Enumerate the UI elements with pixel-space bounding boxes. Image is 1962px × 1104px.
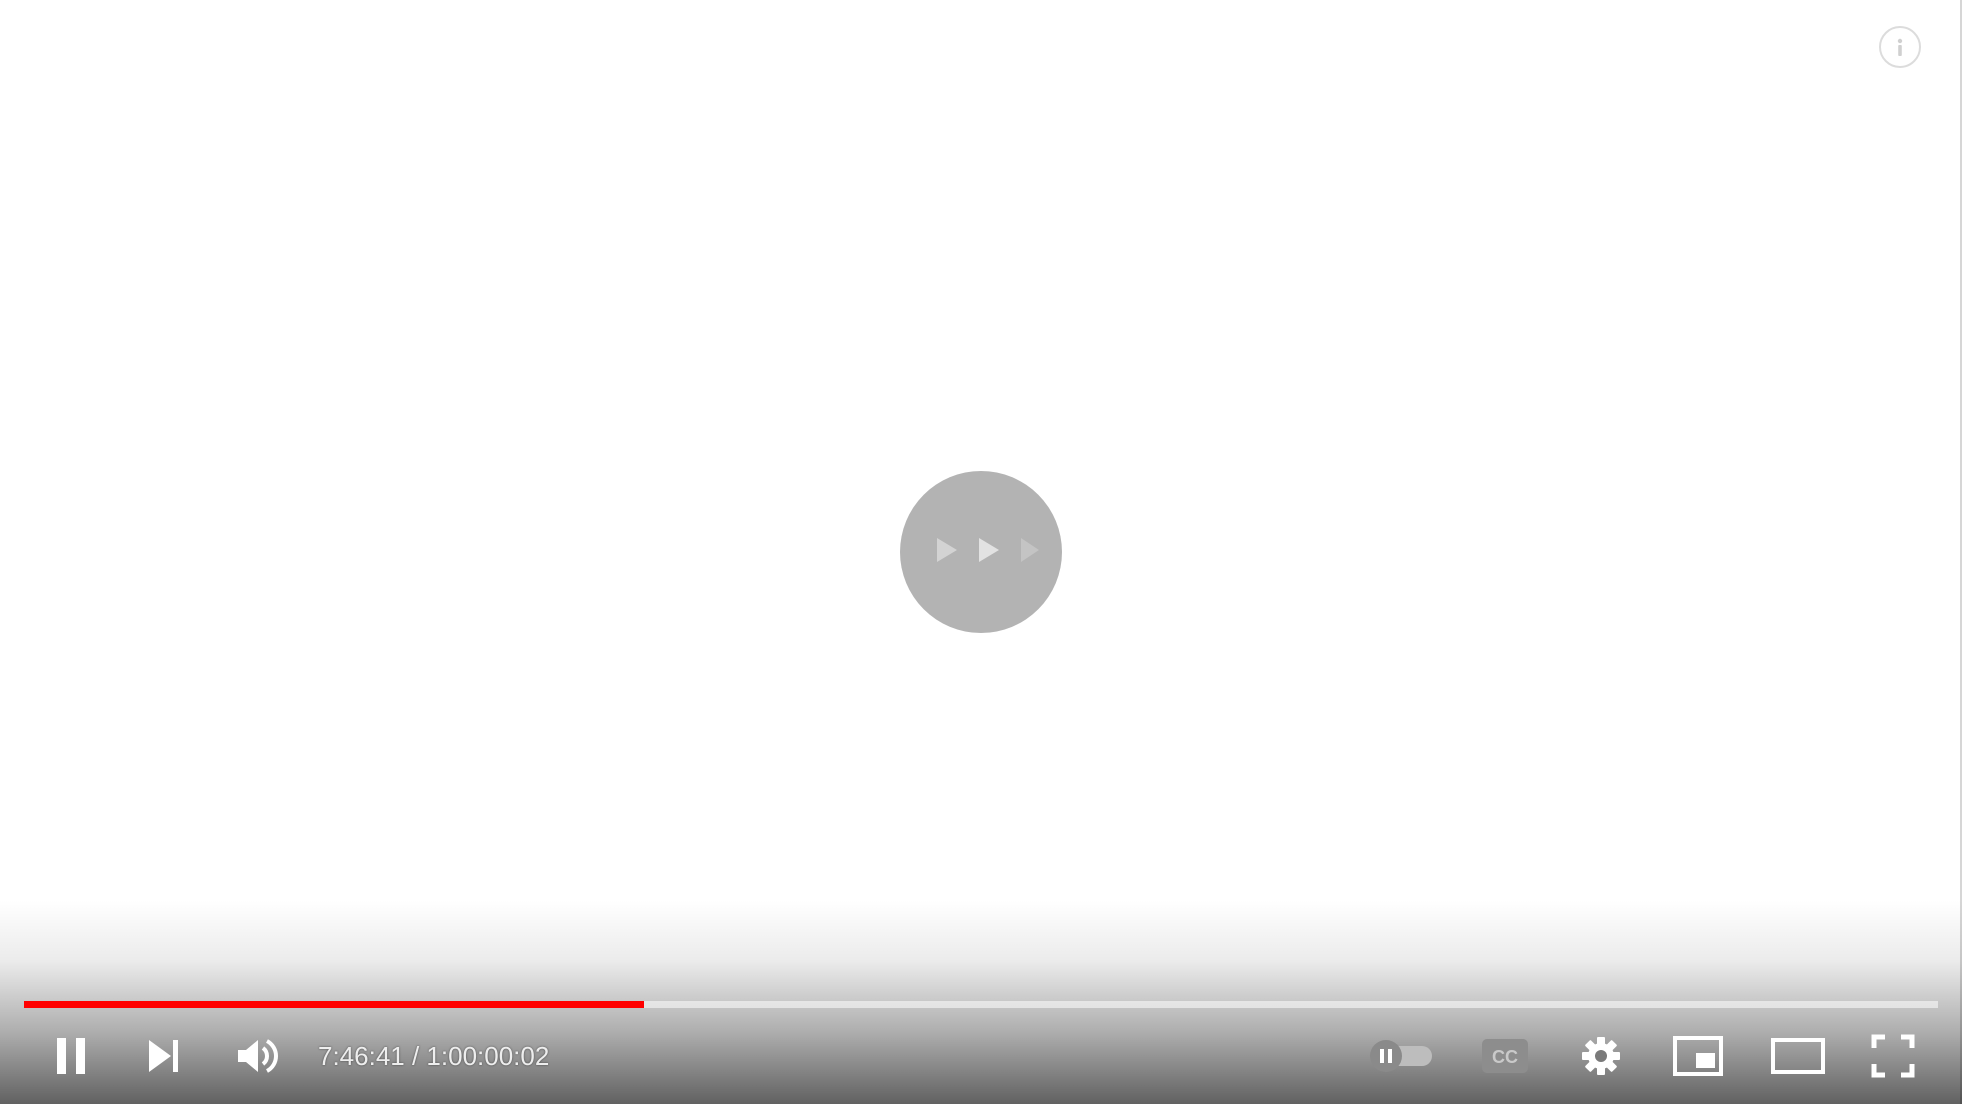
- theater-mode-button[interactable]: [1758, 1020, 1838, 1092]
- progress-played: [24, 1001, 644, 1008]
- captions-icon: CC: [1481, 1038, 1529, 1074]
- time-display: 7:46:41 / 1:00:00:02: [318, 1036, 549, 1076]
- volume-icon: [234, 1034, 280, 1078]
- skip-next-icon: [141, 1034, 185, 1078]
- captions-button[interactable]: CC: [1470, 1020, 1540, 1092]
- autoplay-toggle-icon: [1366, 1038, 1436, 1074]
- loading-arrows-icon: [921, 530, 1041, 575]
- loading-spinner: [900, 471, 1062, 633]
- theater-mode-icon: [1770, 1037, 1826, 1075]
- duration: 1:00:00:02: [426, 1041, 550, 1071]
- control-bar: CC: [0, 1020, 1962, 1092]
- progress-bar[interactable]: [24, 1001, 1938, 1008]
- info-icon: [1885, 32, 1915, 62]
- current-time: 7:46:41: [318, 1041, 405, 1071]
- info-button[interactable]: [1879, 26, 1921, 68]
- gear-icon: [1579, 1034, 1623, 1078]
- time-separator: /: [404, 1041, 427, 1071]
- pause-button[interactable]: [38, 1020, 104, 1092]
- miniplayer-button[interactable]: [1662, 1020, 1734, 1092]
- next-button[interactable]: [130, 1020, 196, 1092]
- video-player[interactable]: CC 7:46:41 / 1:00:00:02: [0, 0, 1962, 1104]
- autoplay-toggle[interactable]: [1360, 1020, 1442, 1092]
- miniplayer-icon: [1672, 1035, 1724, 1077]
- mute-button[interactable]: [224, 1020, 290, 1092]
- svg-text:CC: CC: [1492, 1047, 1518, 1067]
- fullscreen-button[interactable]: [1858, 1020, 1928, 1092]
- settings-button[interactable]: [1566, 1020, 1636, 1092]
- pause-icon: [51, 1034, 91, 1078]
- fullscreen-icon: [1871, 1034, 1915, 1078]
